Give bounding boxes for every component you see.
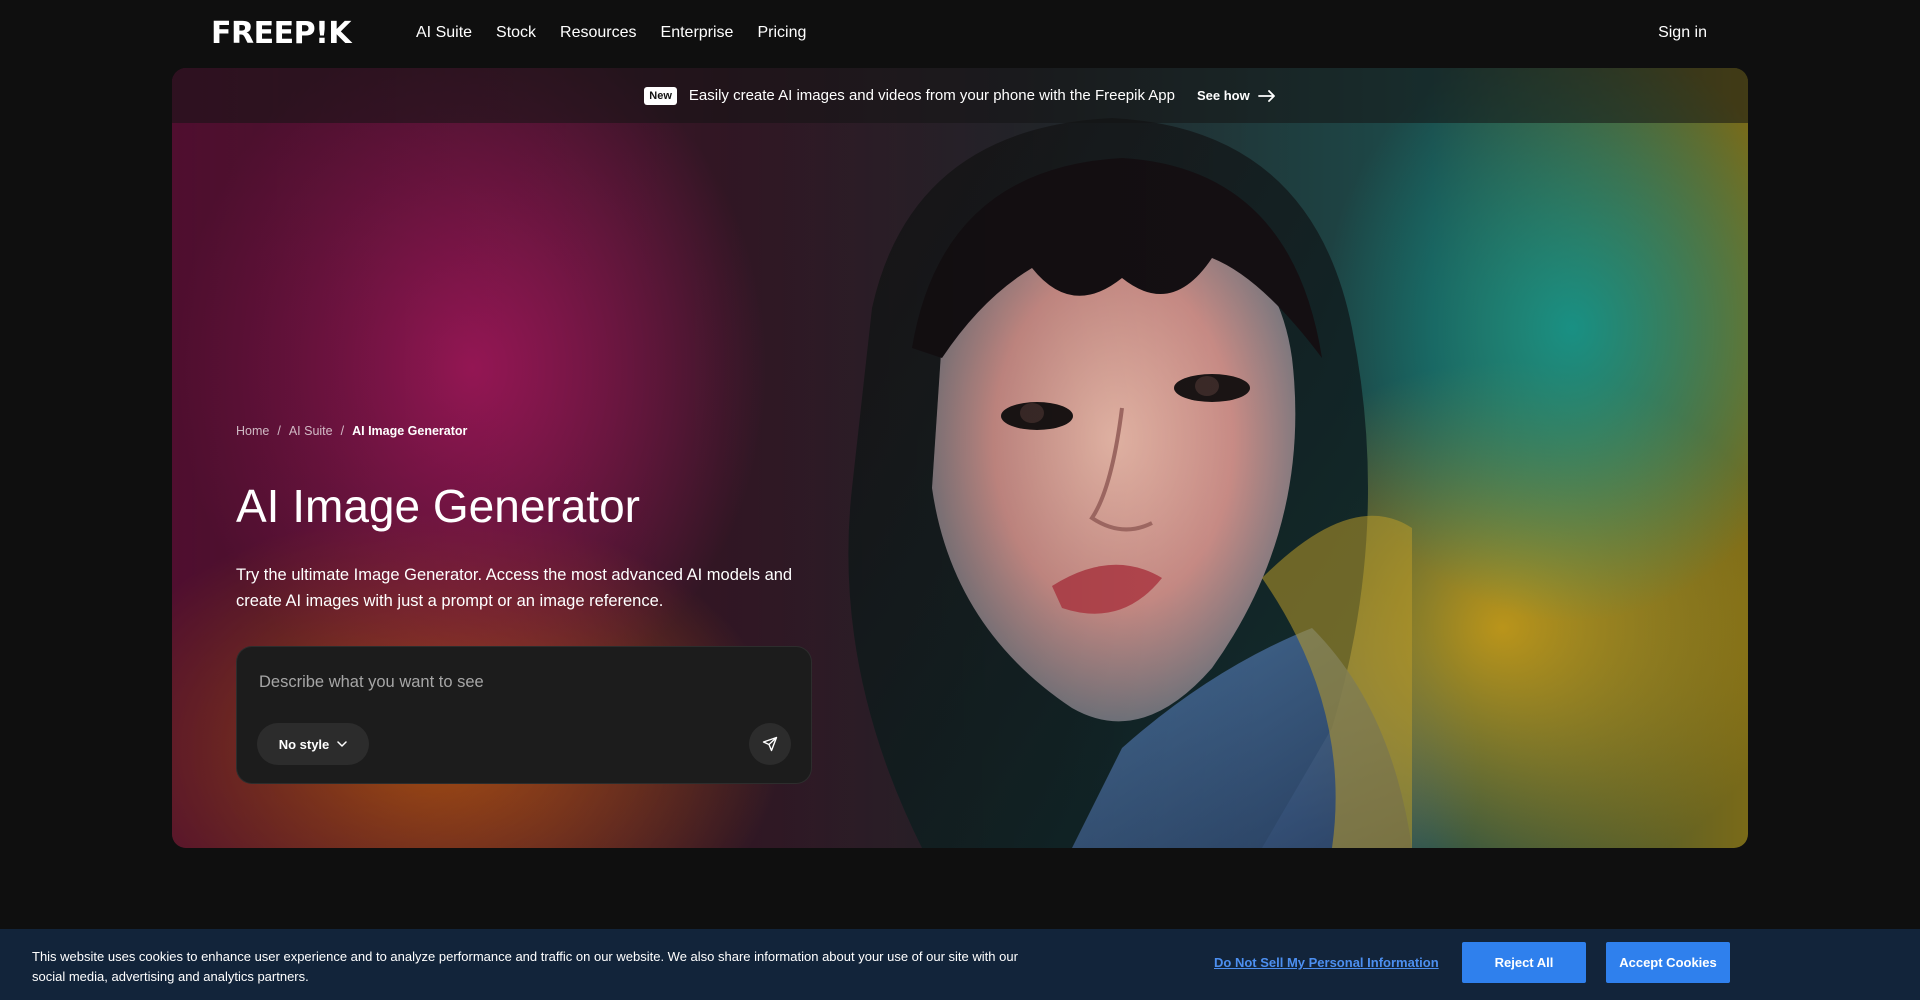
new-badge: New <box>644 86 677 105</box>
sign-in-link[interactable]: Sign in <box>1658 22 1707 44</box>
send-icon <box>762 736 778 752</box>
announcement-bar: New Easily create AI images and videos f… <box>172 68 1748 123</box>
breadcrumb-separator: / <box>277 424 281 438</box>
generate-button[interactable] <box>749 723 791 765</box>
cookie-banner: This website uses cookies to enhance use… <box>0 929 1920 1000</box>
reject-all-button[interactable]: Reject All <box>1462 942 1586 983</box>
top-navigation: FREEP!K AI Suite Stock Resources Enterpr… <box>0 0 1920 68</box>
breadcrumb: Home / AI Suite / AI Image Generator <box>236 424 467 438</box>
see-how-label: See how <box>1196 88 1250 103</box>
do-not-sell-link[interactable]: Do Not Sell My Personal Information <box>1214 955 1439 970</box>
page-title: AI Image Generator <box>236 480 640 532</box>
prompt-input[interactable] <box>259 669 779 695</box>
chevron-down-icon <box>337 741 348 747</box>
style-dropdown-button[interactable]: No style <box>257 723 369 765</box>
breadcrumb-separator: / <box>340 424 345 438</box>
nav-enterprise[interactable]: Enterprise <box>661 22 734 44</box>
breadcrumb-current: AI Image Generator <box>352 424 468 438</box>
prompt-box: No style <box>236 646 812 784</box>
nav-resources[interactable]: Resources <box>560 22 636 44</box>
breadcrumb-home[interactable]: Home <box>236 424 269 438</box>
freepik-logo[interactable]: FREEP!K <box>211 19 352 49</box>
see-how-link[interactable]: See how <box>1197 88 1276 103</box>
announcement-text: Easily create AI images and videos from … <box>688 87 1175 104</box>
breadcrumb-ai-suite[interactable]: AI Suite <box>289 424 333 438</box>
nav-ai-suite[interactable]: AI Suite <box>416 22 472 44</box>
hero-section: New Easily create AI images and videos f… <box>172 68 1748 848</box>
nav-stock[interactable]: Stock <box>496 22 536 44</box>
cookie-text: This website uses cookies to enhance use… <box>32 949 1018 984</box>
style-label: No style <box>278 736 330 752</box>
arrow-right-icon <box>1257 89 1275 102</box>
main-nav: AI Suite Stock Resources Enterprise Pric… <box>416 22 806 44</box>
nav-pricing[interactable]: Pricing <box>757 22 806 44</box>
accept-cookies-button[interactable]: Accept Cookies <box>1606 942 1730 983</box>
hero-subtitle: Try the ultimate Image Generator. Access… <box>236 566 793 610</box>
